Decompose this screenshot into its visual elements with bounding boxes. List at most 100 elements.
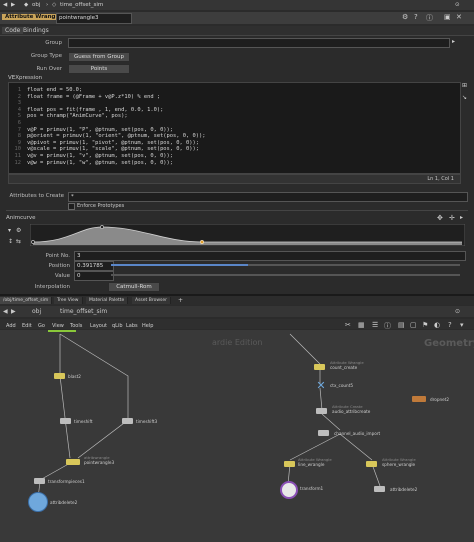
node-header: Attribute Wrangle pointwrangle3 ⚙ ? ⓘ ▣ …	[0, 12, 474, 24]
node-attribdelete2-right[interactable]	[374, 486, 385, 492]
value-slider-track[interactable]	[111, 274, 460, 276]
code-line-text: float pos = fit(frame , 1, end, 0.0, 1.0…	[27, 106, 164, 113]
ramp-menu-icon[interactable]: ▸	[460, 214, 463, 221]
node-transformpieces1[interactable]	[34, 478, 45, 484]
ramp-curve-editor[interactable]	[30, 224, 465, 246]
value-field[interactable]: 0	[74, 271, 114, 281]
editor-status-bar: Ln 1, Col 1	[8, 174, 461, 184]
code-line-number: 2	[17, 93, 21, 100]
lock-icon[interactable]: ▣	[444, 13, 451, 21]
net-back-icon[interactable]: ◀	[3, 308, 8, 315]
ramp-key-1	[31, 240, 35, 244]
menu-add[interactable]: Add	[6, 323, 16, 329]
tab-network[interactable]: /obj/time_offset_sim	[0, 297, 53, 304]
create-spare-params-icon[interactable]: ⊞	[462, 82, 467, 89]
menu-tools[interactable]: Tools	[70, 323, 82, 329]
menu-edit[interactable]: Edit	[22, 323, 32, 329]
net-crumb-time-offset-sim[interactable]: time_offset_sim	[60, 308, 107, 315]
network-grid-icon[interactable]: ▦	[358, 321, 365, 329]
node-blast2[interactable]	[54, 373, 65, 379]
menu-layout[interactable]: Layout	[90, 323, 107, 329]
group-field[interactable]	[68, 38, 450, 48]
ramp-add-icon[interactable]: ✛	[449, 214, 455, 222]
enforce-prototypes-checkbox[interactable]	[68, 203, 75, 210]
node-transform1[interactable]	[280, 481, 298, 499]
node-line-wrangle[interactable]	[284, 461, 295, 467]
network-tools-icon[interactable]: ✂	[345, 321, 351, 329]
code-line-number: 12	[14, 159, 22, 166]
network-list-icon[interactable]: ☰	[372, 321, 378, 329]
attributes-to-create-field[interactable]: *	[68, 192, 468, 202]
code-line-text: pos = chramp("AnimCurve", pos);	[27, 113, 128, 120]
node-ctx-count5[interactable]: ✕	[315, 380, 327, 391]
vex-code-editor[interactable]: 1 float end = 50.0; 2 float frame = (@Frame…	[8, 82, 461, 174]
menu-qlib[interactable]: qLib	[112, 323, 123, 329]
tab-tree-view[interactable]: Tree View	[54, 297, 83, 304]
code-line-text: p@orient = primuv(1, "orient", @ptnum, s…	[27, 133, 206, 140]
attributes-to-create-label: Attributes to Create	[9, 193, 64, 199]
menu-labs[interactable]: Labs	[126, 323, 138, 329]
back-icon[interactable]: ◀	[3, 2, 7, 8]
info-icon[interactable]: ⓘ	[426, 13, 433, 23]
forward-icon[interactable]: ▶	[11, 2, 15, 8]
position-label: Position	[48, 263, 70, 269]
network-layout-icon[interactable]: ▤	[398, 321, 405, 329]
node-type-label: Attribute Wrangle	[2, 14, 65, 20]
obj-icon: ◆	[24, 2, 29, 8]
ramp-options-icon[interactable]: ⚙	[16, 227, 21, 234]
node-sphere-wrangle[interactable]	[366, 461, 377, 467]
interpolation-select[interactable]: Catmull-Rom	[108, 282, 160, 292]
net-crumb-obj[interactable]: obj	[32, 308, 41, 315]
menu-view[interactable]: View	[52, 323, 64, 329]
ramp-move-icon[interactable]: ✥	[437, 214, 443, 222]
tab-asset-browser[interactable]: Asset Browser	[132, 297, 171, 304]
position-slider-track[interactable]	[111, 264, 460, 266]
node-pointwrangle3[interactable]	[66, 459, 80, 465]
add-tab-icon[interactable]: +	[178, 297, 183, 304]
group-type-select[interactable]: Guess from Group	[68, 52, 130, 62]
node-label-transformpieces1: transformpieces1	[48, 479, 85, 484]
network-flag-icon[interactable]: ⚑	[422, 321, 428, 329]
node-timeshift3[interactable]	[122, 418, 133, 424]
node-attribdelete2-left[interactable]	[28, 492, 48, 512]
node-count-create[interactable]	[314, 364, 325, 370]
pin-icon[interactable]: ⊙	[455, 2, 460, 8]
tab-bindings[interactable]: Bindings	[20, 27, 52, 34]
node-timeshift[interactable]	[60, 418, 71, 424]
ramp-loop-icon[interactable]: ⇆	[16, 238, 21, 245]
ramp-fit-icon[interactable]: ↕	[8, 238, 13, 245]
network-help-icon[interactable]: ?	[448, 321, 452, 329]
tab-material-palette[interactable]: Material Palette	[86, 297, 129, 304]
close-icon[interactable]: ✕	[456, 13, 462, 21]
code-line-number: 4	[17, 106, 21, 113]
path-crumb-obj[interactable]: obj	[32, 2, 40, 8]
code-line-text: v@P = primuv(1, "P", @ptnum, set(pos, 0,…	[27, 126, 174, 133]
ramp-key-2	[100, 225, 104, 229]
position-field[interactable]: 0.391785	[74, 261, 114, 271]
help-icon[interactable]: ?	[414, 13, 418, 21]
group-type-label: Group Type	[30, 53, 62, 59]
network-color-icon[interactable]: ◐	[434, 321, 440, 329]
node-audio-attribcreate[interactable]	[316, 408, 327, 414]
node-label-dropnet2: dropnet2	[430, 397, 450, 402]
node-channel-audio-import[interactable]	[318, 430, 329, 436]
run-over-label: Run Over	[36, 66, 62, 72]
point-no-field[interactable]: 3	[74, 251, 466, 261]
node-label-count-create: count_create	[330, 365, 358, 370]
path-crumb-time-offset-sim[interactable]: time_offset_sim	[60, 2, 103, 8]
net-pin-icon[interactable]: ⊙	[455, 308, 460, 315]
expand-editor-icon[interactable]: ↘	[462, 94, 467, 101]
code-line-text: v@v = primuv(1, "v", @ptnum, set(pos, 0,…	[27, 153, 174, 159]
node-name-field[interactable]: pointwrangle3	[56, 13, 132, 24]
menu-help[interactable]: Help	[142, 323, 153, 329]
run-over-select[interactable]: Points	[68, 64, 130, 74]
net-forward-icon[interactable]: ▶	[11, 308, 16, 315]
menu-go[interactable]: Go	[38, 323, 45, 329]
gear-icon[interactable]: ⚙	[402, 13, 408, 21]
network-snap-icon[interactable]: ▢	[410, 321, 417, 329]
code-line-text: v@w = primuv(1, "w", @ptnum, set(pos, 0,…	[27, 159, 174, 166]
ramp-expand-icon[interactable]: ▾	[8, 227, 11, 234]
node-dropnet2[interactable]	[412, 396, 426, 402]
network-expand-icon[interactable]: ▾	[460, 321, 464, 329]
group-arrow-icon[interactable]: ▸	[452, 38, 455, 45]
